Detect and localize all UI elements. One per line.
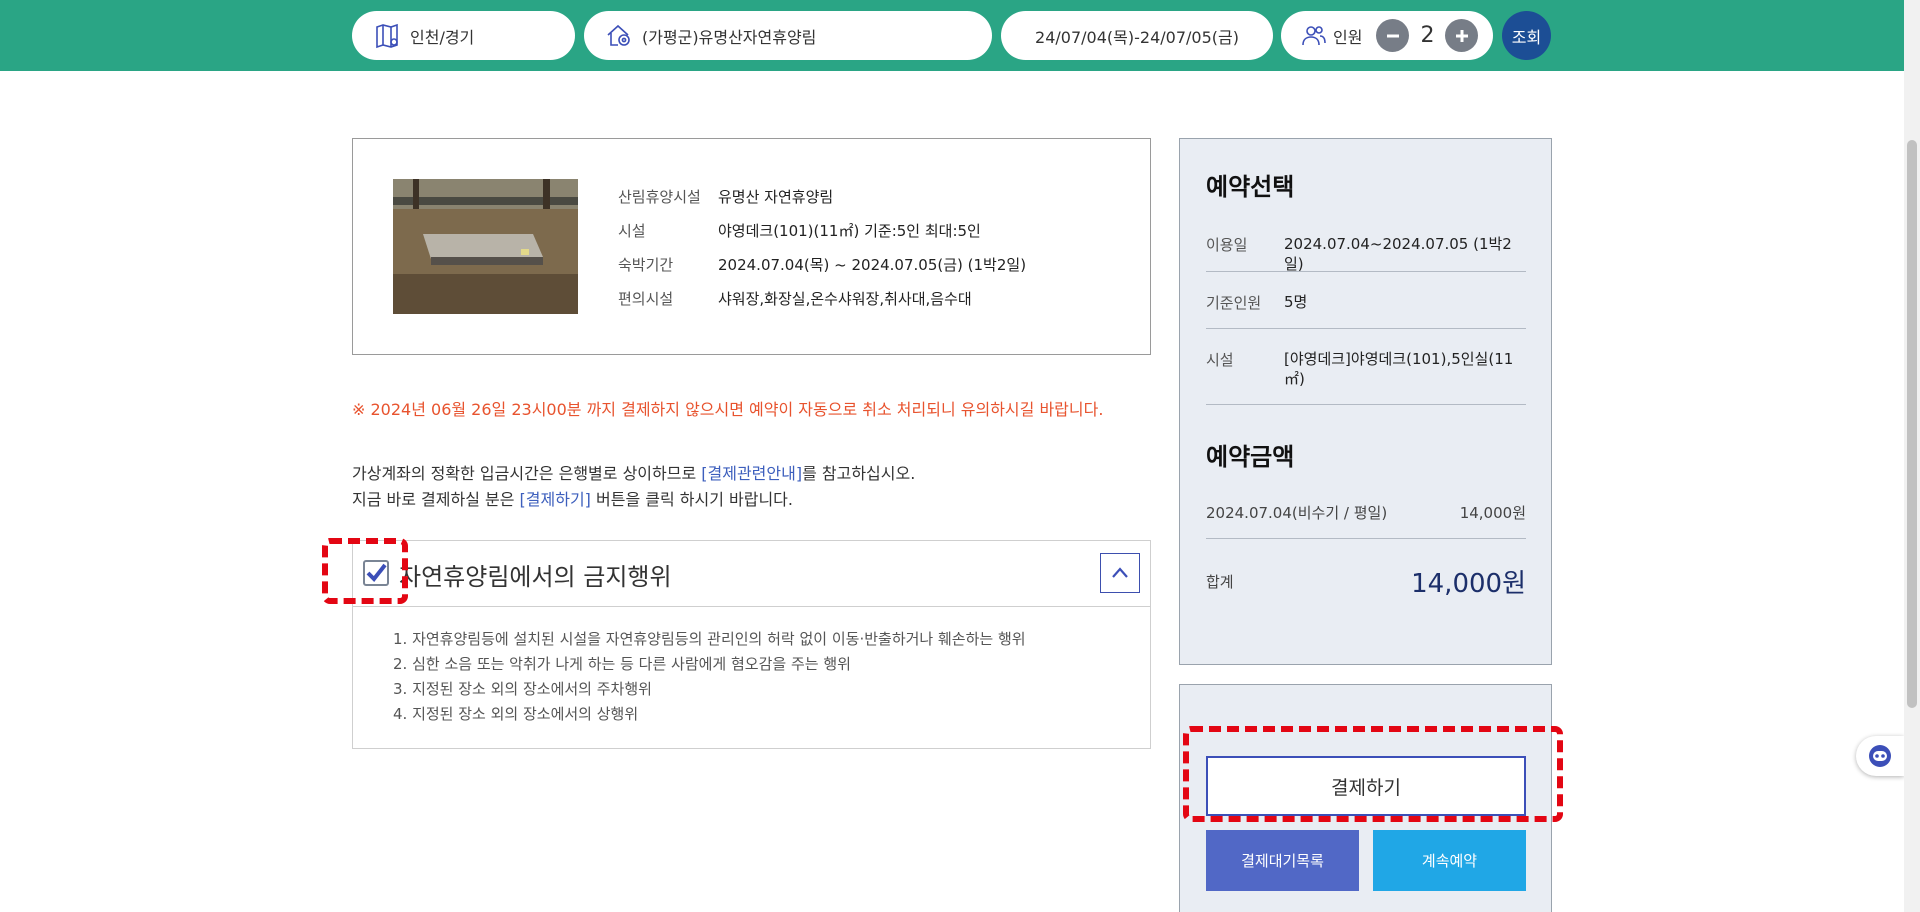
date-select[interactable]: 24/07/04(목)-24/07/05(금)	[1001, 11, 1273, 60]
map-icon	[372, 21, 402, 51]
collapse-button[interactable]	[1100, 553, 1140, 593]
pay-link[interactable]: [결제하기]	[520, 490, 591, 509]
chevron-up-icon	[1112, 567, 1128, 578]
action-panel: 결제하기 결제대기목록 계속예약	[1179, 684, 1552, 912]
scrollbar[interactable]	[1904, 0, 1920, 912]
summary-title: 예약선택	[1206, 173, 1295, 201]
plus-icon	[1455, 29, 1468, 42]
increase-people-button[interactable]	[1445, 19, 1479, 52]
decrease-people-button[interactable]	[1376, 19, 1410, 52]
scrollbar-thumb[interactable]	[1907, 140, 1917, 708]
pay-button[interactable]: 결제하기	[1206, 756, 1526, 816]
agree-checkbox[interactable]	[363, 560, 389, 586]
facility-info-table: 산림휴양시설 유명산 자연휴양림 시설 야영데크(101)(11㎡) 기준:5인…	[618, 179, 1026, 315]
prohibited-acts-section: 자연휴양림에서의 금지행위 1. 자연휴양림등에 설치된 시설을 자연휴양림등의…	[352, 540, 1151, 749]
summary-row-facility: 시설 [야영데크]야영데크(101),5인실(11㎡)	[1206, 329, 1526, 405]
list-item: 2. 심한 소음 또는 악취가 나게 하는 등 다른 사람에게 혐오감을 주는 …	[393, 655, 851, 673]
payment-waitlist-button[interactable]: 결제대기목록	[1206, 830, 1359, 891]
prohibited-acts-header: 자연휴양림에서의 금지행위	[353, 541, 1150, 607]
list-item: 1. 자연휴양림등에 설치된 시설을 자연휴양림등의 관리인의 허락 없이 이동…	[393, 630, 1026, 648]
info-row: 편의시설 샤워장,화장실,온수샤워장,취사대,음수대	[618, 281, 1026, 315]
prohibited-acts-title: 자연휴양림에서의 금지행위	[399, 563, 672, 591]
date-value: 24/07/04(목)-24/07/05(금)	[1035, 27, 1239, 47]
summary-row-date: 이용일 2024.07.04~2024.07.05 (1박2일)	[1206, 214, 1526, 273]
payment-deadline-warning: ※ 2024년 06월 26일 23시00분 까지 결제하지 않으시면 예약이 …	[352, 400, 1104, 419]
facility-info-box: 산림휴양시설 유명산 자연휴양림 시설 야영데크(101)(11㎡) 기준:5인…	[352, 138, 1151, 355]
people-label: 인원	[1333, 27, 1363, 47]
info-row: 시설 야영데크(101)(11㎡) 기준:5인 최대:5인	[618, 213, 1026, 247]
reservation-summary: 예약선택 이용일 2024.07.04~2024.07.05 (1박2일) 기준…	[1179, 138, 1552, 665]
search-button[interactable]: 조회	[1502, 11, 1551, 60]
guide-line-2: 지금 바로 결제하실 분은 [결제하기] 버튼을 클릭 하시기 바랍니다.	[352, 490, 793, 509]
minus-icon	[1386, 34, 1399, 37]
info-value: 야영데크(101)(11㎡) 기준:5인 최대:5인	[718, 221, 981, 240]
people-icon	[1299, 21, 1329, 51]
guide-line-1: 가상계좌의 정확한 입금시간은 은행별로 상이하므로 [결제관련안내]를 참고하…	[352, 464, 916, 483]
info-label: 시설	[618, 221, 646, 240]
people-selector: 인원 2	[1281, 11, 1493, 60]
info-value: 샤워장,화장실,온수샤워장,취사대,음수대	[718, 289, 972, 308]
payment-info-link[interactable]: [결제관련안내]	[701, 464, 802, 483]
list-item: 3. 지정된 장소 외의 장소에서의 주차행위	[393, 680, 652, 698]
forest-select[interactable]: (가평군)유명산자연휴양림	[584, 11, 992, 60]
total-row: 합계 14,000원	[1206, 554, 1526, 608]
info-value: 유명산 자연휴양림	[718, 187, 834, 206]
info-row: 산림휴양시설 유명산 자연휴양림	[618, 179, 1026, 213]
region-value: 인천/경기	[410, 27, 475, 47]
search-bar: 인천/경기 (가평군)유명산자연휴양림 24/07/04(목)-24/07/05…	[0, 0, 1904, 71]
price-row: 2024.07.04(비수기 / 평일) 14,000원	[1206, 487, 1526, 539]
payment-guide: 가상계좌의 정확한 입금시간은 은행별로 상이하므로 [결제관련안내]를 참고하…	[352, 461, 915, 513]
info-label: 산림휴양시설	[618, 187, 701, 206]
total-amount: 14,000원	[1411, 568, 1526, 599]
list-item: 4. 지정된 장소 외의 장소에서의 상행위	[393, 705, 639, 723]
facility-photo	[393, 179, 578, 314]
region-select[interactable]: 인천/경기	[352, 11, 575, 60]
info-label: 숙박기간	[618, 255, 674, 274]
prohibited-acts-list: 1. 자연휴양림등에 설치된 시설을 자연휴양림등의 관리인의 허락 없이 이동…	[393, 627, 1026, 727]
price-title: 예약금액	[1206, 443, 1295, 471]
summary-row-capacity: 기준인원 5명	[1206, 272, 1526, 329]
people-count: 2	[1420, 23, 1435, 48]
info-row: 숙박기간 2024.07.04(목) ~ 2024.07.05(금) (1박2일…	[618, 247, 1026, 281]
forest-value: (가평군)유명산자연휴양림	[642, 27, 817, 47]
continue-booking-button[interactable]: 계속예약	[1373, 830, 1526, 891]
checkmark-icon	[366, 563, 387, 583]
chatbot-button[interactable]	[1856, 736, 1904, 776]
info-label: 편의시설	[618, 289, 674, 308]
info-value: 2024.07.04(목) ~ 2024.07.05(금) (1박2일)	[718, 255, 1027, 274]
house-location-icon	[604, 21, 634, 51]
chatbot-icon	[1869, 745, 1891, 767]
